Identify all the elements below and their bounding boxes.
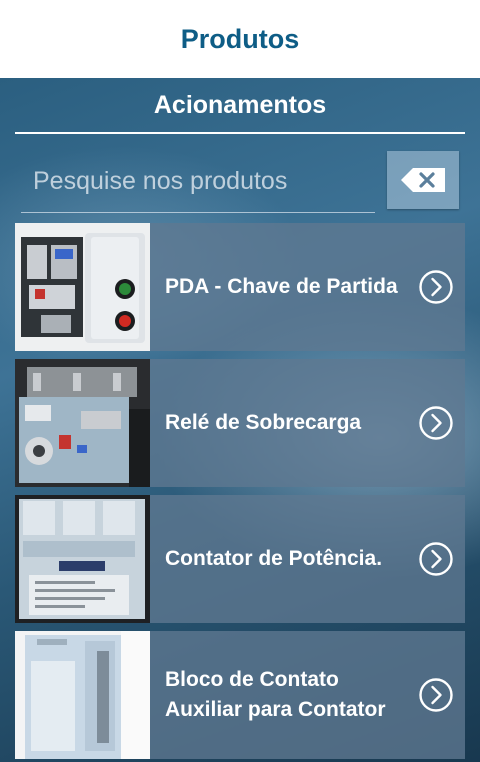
- product-image: [15, 631, 150, 759]
- search-input[interactable]: [21, 153, 375, 209]
- product-item[interactable]: PDA - Chave de Partida: [15, 223, 465, 351]
- product-image: [15, 359, 150, 487]
- product-item[interactable]: Bloco de Contato Auxiliar para Contator: [15, 631, 465, 759]
- chevron-right-circle-icon[interactable]: [407, 495, 465, 623]
- section-header: Acionamentos: [15, 78, 465, 134]
- section-title: Acionamentos: [153, 90, 327, 119]
- top-app-bar: Produtos: [0, 0, 480, 78]
- chevron-right-circle-icon[interactable]: [407, 359, 465, 487]
- product-image: [15, 223, 150, 351]
- product-item[interactable]: Relé de Sobrecarga: [15, 359, 465, 487]
- chevron-right-circle-icon[interactable]: [407, 223, 465, 351]
- product-label: PDA - Chave de Partida: [165, 275, 398, 298]
- page-title: Produtos: [180, 23, 300, 54]
- product-label: Contator de Potência.: [165, 547, 383, 570]
- chevron-right-circle-icon[interactable]: [407, 631, 465, 759]
- product-label: Bloco de Contato Auxiliar para Contator: [165, 668, 386, 721]
- backspace-icon: [401, 168, 445, 192]
- main-content: Acionamentos Pesquise nos produtos PDA -…: [0, 78, 480, 762]
- product-item[interactable]: Contator de Potência.: [15, 495, 465, 623]
- product-image: [15, 495, 150, 623]
- search-field: [21, 153, 375, 213]
- product-label: Relé de Sobrecarga: [165, 411, 362, 434]
- clear-search-button[interactable]: [387, 151, 459, 209]
